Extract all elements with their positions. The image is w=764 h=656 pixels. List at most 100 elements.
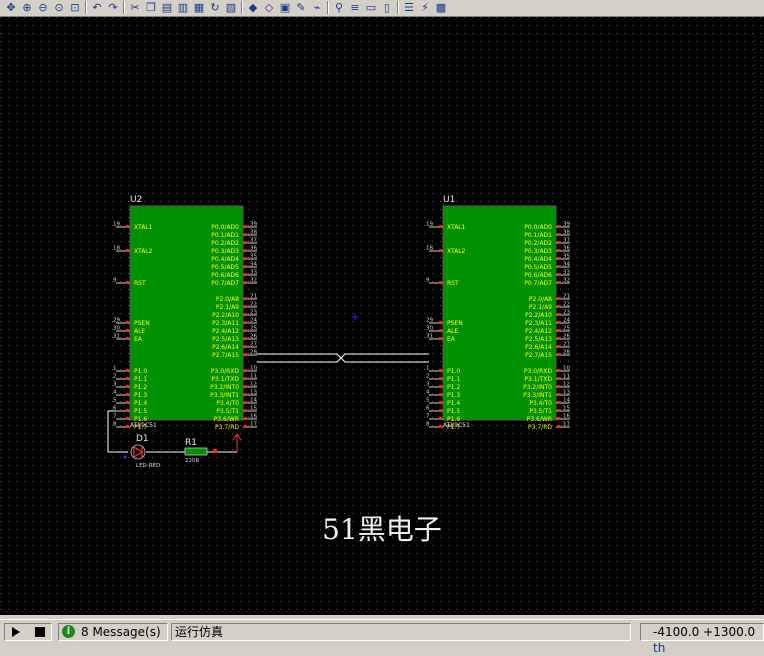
- u2-pin-label: P0.1/AD1: [211, 232, 239, 239]
- u1-pin-number: 32: [563, 278, 570, 284]
- u2-pin-label: RST: [134, 280, 146, 287]
- u2-pin-marker: [244, 225, 247, 228]
- u1-pin-number: 4: [426, 390, 430, 396]
- zoom-all-icon[interactable]: ⊡: [68, 1, 82, 14]
- paste-icon[interactable]: ▤: [160, 1, 174, 14]
- u2-chip: U2AT89C5119 XTAL118 XTAL29 RST29 PSEN30 ALE31…: [113, 195, 257, 431]
- remove-sheet-icon[interactable]: ▯: [380, 1, 394, 14]
- property-assign-icon[interactable]: ≡: [348, 1, 362, 14]
- u2-pin-label: P3.2/INT0: [210, 384, 239, 391]
- u1-pin-label: P0.7/AD7: [524, 280, 552, 287]
- wire-marker: [213, 449, 217, 453]
- u1-pin-label: P1.6: [447, 416, 460, 423]
- u1-pin-number: 39: [563, 222, 570, 228]
- u1-pin-marker: [557, 345, 560, 348]
- u2-pin-marker: [126, 337, 129, 340]
- u2-pin-marker: [126, 329, 129, 332]
- u2-pin-label: P3.6/WR: [214, 416, 239, 423]
- u2-pin-label: XTAL2: [134, 248, 153, 255]
- u2-pin-marker: [244, 393, 247, 396]
- u2-pin-label: P2.4/A12: [212, 328, 239, 335]
- u1-pin-marker: [557, 369, 560, 372]
- u1-pin-marker: [557, 273, 560, 276]
- zoom-out-icon[interactable]: ⊖: [36, 1, 50, 14]
- u2-pin-marker: [126, 281, 129, 284]
- u1-pin-marker: [439, 225, 442, 228]
- u1-pin-marker: [439, 329, 442, 332]
- undo-icon[interactable]: ↶: [90, 1, 104, 14]
- caption-text: 51黑电子: [322, 513, 442, 546]
- u1-pin-label: P3.4/T0: [529, 400, 552, 407]
- u1-pin-number: 11: [563, 374, 570, 380]
- u1-chip: U1AT89C5119 XTAL118 XTAL29 RST29 PSEN30 ALE31…: [426, 195, 570, 431]
- u1-pin-number: 28: [563, 350, 570, 356]
- pan-icon[interactable]: ✥: [4, 1, 18, 14]
- u1-pin-label: P2.1/A9: [529, 304, 552, 311]
- u1-pin-number: 7: [426, 414, 430, 420]
- message-panel[interactable]: i 8 Message(s): [58, 623, 168, 641]
- copy-icon[interactable]: ❐: [144, 1, 158, 14]
- block-move-icon[interactable]: ▦: [192, 1, 206, 14]
- u2-pin-label: P0.4/AD4: [211, 256, 239, 263]
- cut-icon[interactable]: ✂: [128, 1, 142, 14]
- u2-pin-number: 29: [113, 318, 120, 324]
- block-rotate-icon[interactable]: ↻: [208, 1, 222, 14]
- u2-pin-marker: [244, 417, 247, 420]
- stop-button[interactable]: [33, 625, 47, 639]
- u1-pin-label: P2.5/A13: [525, 336, 552, 343]
- erc-icon[interactable]: ⚡: [418, 1, 432, 14]
- u2-pin-label: P2.7/A15: [212, 352, 239, 359]
- u2-pin-marker: [126, 321, 129, 324]
- u2-pin-label: P3.4/T0: [216, 400, 239, 407]
- u1-pin-label: P0.5/AD5: [524, 264, 552, 271]
- bom-icon[interactable]: ☰: [402, 1, 416, 14]
- new-sheet-icon[interactable]: ▭: [364, 1, 378, 14]
- pick-device-icon[interactable]: ◆: [246, 1, 260, 14]
- u2-pin-marker: [244, 401, 247, 404]
- u1-pin-label: P1.3: [447, 392, 460, 399]
- u1-pin-marker: [557, 385, 560, 388]
- u2-pin-marker: [244, 377, 247, 380]
- u2-pin-number: 38: [250, 230, 257, 236]
- u2-pin-label: EA: [134, 336, 143, 343]
- u2-pin-number: 15: [250, 406, 257, 412]
- u1-pin-label: P2.3/A11: [525, 320, 552, 327]
- u1-ref: U1: [443, 195, 455, 205]
- u1-pin-number: 6: [426, 406, 430, 412]
- u1-pin-marker: [557, 321, 560, 324]
- u2-pin-number: 18: [113, 246, 120, 252]
- u2-pin-number: 34: [250, 262, 257, 268]
- u1-pin-number: 34: [563, 262, 570, 268]
- u2-pin-number: 19: [113, 222, 120, 228]
- search-tag-icon[interactable]: ⚲: [332, 1, 346, 14]
- packaging-icon[interactable]: ▣: [278, 1, 292, 14]
- u2-pin-marker: [244, 297, 247, 300]
- u2-pin-label: P0.6/AD6: [211, 272, 239, 279]
- u2-pin-marker: [126, 401, 129, 404]
- u1-pin-marker: [439, 369, 442, 372]
- resistor-body: [184, 447, 208, 456]
- schematic-canvas[interactable]: U2 AT89C51 19 XTAL1 18 XTAL2 9 RST 29 PSEN 30 ALE 31…: [0, 17, 764, 615]
- redo-icon[interactable]: ↷: [106, 1, 120, 14]
- u1-pin-number: 10: [563, 366, 570, 372]
- u2-pin-marker: [244, 249, 247, 252]
- u1-pin-marker: [439, 425, 442, 428]
- block-copy-icon[interactable]: ▥: [176, 1, 190, 14]
- wire-autorouter-icon[interactable]: ⌁: [310, 1, 324, 14]
- make-device-icon[interactable]: ◇: [262, 1, 276, 14]
- schematic-svg[interactable]: U2AT89C5119 XTAL118 XTAL29 RST29 PSEN30 ALE31…: [0, 17, 764, 615]
- u2-pin-number: 7: [113, 414, 117, 420]
- decompose-icon[interactable]: ✎: [294, 1, 308, 14]
- zoom-in-icon[interactable]: ⊕: [20, 1, 34, 14]
- u1-pin-label: P3.6/WR: [527, 416, 552, 423]
- play-button[interactable]: [9, 625, 23, 639]
- netlist-icon[interactable]: ▩: [434, 1, 448, 14]
- block-delete-icon[interactable]: ▧: [224, 1, 238, 14]
- u1-pin-number: 13: [563, 390, 570, 396]
- u1-pin-label: XTAL1: [447, 224, 466, 231]
- u2-pin-number: 21: [250, 294, 257, 300]
- u2-pin-number: 8: [113, 422, 117, 428]
- u1-pin-marker: [557, 257, 560, 260]
- u2-pin-marker: [244, 345, 247, 348]
- zoom-area-icon[interactable]: ⊙: [52, 1, 66, 14]
